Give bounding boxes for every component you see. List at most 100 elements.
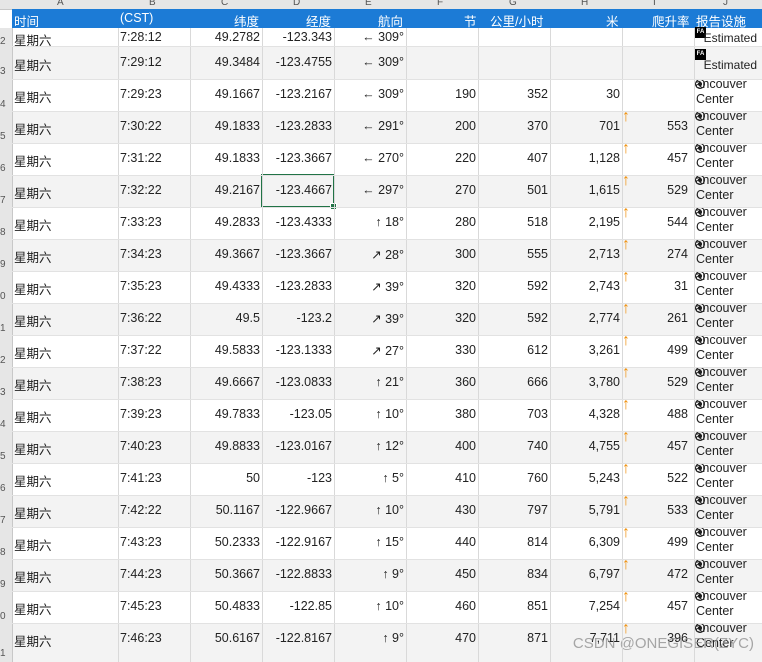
- cell-knots[interactable]: 430: [406, 503, 476, 517]
- cell-lat[interactable]: 50: [190, 471, 260, 485]
- cell-lon[interactable]: -123.0833: [262, 375, 332, 389]
- cell-lon[interactable]: -123.4755: [262, 55, 332, 69]
- cell-knots[interactable]: 380: [406, 407, 476, 421]
- cell-meters[interactable]: 701: [550, 119, 620, 133]
- cell-kmh[interactable]: 592: [478, 279, 548, 293]
- cell-facility[interactable]: Vancouver Center: [696, 205, 762, 237]
- row-number[interactable]: 5: [0, 431, 13, 463]
- cell-kmh[interactable]: 592: [478, 311, 548, 325]
- cell-lat[interactable]: 50.2333: [190, 535, 260, 549]
- cell-day[interactable]: 星期六: [14, 343, 52, 362]
- cell-time[interactable]: 7:43:23: [120, 535, 162, 549]
- row-number[interactable]: 3: [0, 367, 13, 399]
- cell-lon[interactable]: -123.3667: [262, 247, 332, 261]
- cell-time[interactable]: 7:45:23: [120, 599, 162, 613]
- cell-lat[interactable]: 49.2782: [190, 30, 260, 44]
- cell-knots[interactable]: 400: [406, 439, 476, 453]
- cell-facility[interactable]: Vancouver Center: [696, 397, 762, 429]
- cell-time[interactable]: 7:44:23: [120, 567, 162, 581]
- row-number[interactable]: 0: [0, 271, 13, 303]
- cell-meters[interactable]: 3,780: [550, 375, 620, 389]
- cell-heading[interactable]: ← 309°: [334, 55, 404, 69]
- cell-lat[interactable]: 50.3667: [190, 567, 260, 581]
- row-number[interactable]: 8: [0, 527, 13, 559]
- cell-facility[interactable]: Vancouver Center: [696, 429, 762, 461]
- cell-lon[interactable]: -123.3667: [262, 151, 332, 165]
- cell-meters[interactable]: 2,743: [550, 279, 620, 293]
- cell-day[interactable]: 星期六: [14, 439, 52, 458]
- cell-lon[interactable]: -122.9667: [262, 503, 332, 517]
- cell-day[interactable]: 星期六: [14, 535, 52, 554]
- cell-knots[interactable]: 460: [406, 599, 476, 613]
- row-number[interactable]: 2: [0, 28, 13, 46]
- cell-knots[interactable]: 280: [406, 215, 476, 229]
- cell-time[interactable]: 7:30:22: [120, 119, 162, 133]
- cell-heading[interactable]: ↑ 9°: [334, 567, 404, 581]
- cell-time[interactable]: 7:29:23: [120, 87, 162, 101]
- cell-knots[interactable]: 330: [406, 343, 476, 357]
- cell-lat[interactable]: 49.3484: [190, 55, 260, 69]
- cell-lat[interactable]: 50.6167: [190, 631, 260, 645]
- cell-knots[interactable]: 270: [406, 183, 476, 197]
- cell-knots[interactable]: 220: [406, 151, 476, 165]
- cell-time[interactable]: 7:34:23: [120, 247, 162, 261]
- cell-day[interactable]: 星期六: [14, 375, 52, 394]
- cell-knots[interactable]: 410: [406, 471, 476, 485]
- column-letter-j[interactable]: J: [723, 0, 728, 8]
- row-number[interactable]: 6: [0, 463, 13, 495]
- column-letter-e[interactable]: E: [365, 0, 372, 8]
- cell-meters[interactable]: 5,243: [550, 471, 620, 485]
- row-number[interactable]: 5: [0, 111, 13, 143]
- cell-heading[interactable]: ↑ 12°: [334, 439, 404, 453]
- cell-facility[interactable]: Vancouver Center: [696, 141, 762, 173]
- cell-day[interactable]: 星期六: [14, 119, 52, 138]
- row-number[interactable]: 6: [0, 143, 13, 175]
- cell-lat[interactable]: 50.4833: [190, 599, 260, 613]
- cell-lat[interactable]: 49.5833: [190, 343, 260, 357]
- cell-facility[interactable]: Vancouver Center: [696, 461, 762, 493]
- cell-day[interactable]: 星期六: [14, 631, 52, 650]
- selected-cell[interactable]: [261, 174, 337, 210]
- cell-lat[interactable]: 49.6667: [190, 375, 260, 389]
- cell-time[interactable]: 7:46:23: [120, 631, 162, 645]
- cell-lon[interactable]: -122.85: [262, 599, 332, 613]
- cell-lon[interactable]: -123.1333: [262, 343, 332, 357]
- cell-lon[interactable]: -123.2: [262, 311, 332, 325]
- cell-meters[interactable]: 30: [550, 87, 620, 101]
- cell-heading[interactable]: ↑ 18°: [334, 215, 404, 229]
- cell-time[interactable]: 7:38:23: [120, 375, 162, 389]
- cell-facility[interactable]: Vancouver Center: [696, 525, 762, 557]
- cell-knots[interactable]: 450: [406, 567, 476, 581]
- column-letter-d[interactable]: D: [293, 0, 300, 8]
- cell-meters[interactable]: 2,713: [550, 247, 620, 261]
- cell-lon[interactable]: -122.9167: [262, 535, 332, 549]
- cell-day[interactable]: 星期六: [14, 215, 52, 234]
- cell-day[interactable]: 星期六: [14, 503, 52, 522]
- cell-lon[interactable]: -122.8833: [262, 567, 332, 581]
- row-number[interactable]: 4: [0, 399, 13, 431]
- cell-heading[interactable]: ← 297°: [334, 183, 404, 197]
- cell-lat[interactable]: 49.4333: [190, 279, 260, 293]
- cell-lat[interactable]: 50.1167: [190, 503, 260, 517]
- cell-lon[interactable]: -123.2833: [262, 119, 332, 133]
- cell-day[interactable]: 星期六: [14, 599, 52, 618]
- cell-heading[interactable]: ↑ 10°: [334, 599, 404, 613]
- cell-lat[interactable]: 49.2167: [190, 183, 260, 197]
- cell-meters[interactable]: 7,254: [550, 599, 620, 613]
- cell-heading[interactable]: ← 270°: [334, 151, 404, 165]
- cell-knots[interactable]: 360: [406, 375, 476, 389]
- cell-heading[interactable]: ↑ 5°: [334, 471, 404, 485]
- cell-facility[interactable]: Vancouver Center: [696, 109, 762, 141]
- cell-time[interactable]: 7:36:22: [120, 311, 162, 325]
- cell-heading[interactable]: ↑ 9°: [334, 631, 404, 645]
- cell-lon[interactable]: -123.343: [262, 30, 332, 44]
- cell-heading[interactable]: ↑ 15°: [334, 535, 404, 549]
- cell-day[interactable]: 星期六: [14, 55, 52, 74]
- cell-day[interactable]: 星期六: [14, 471, 52, 490]
- cell-time[interactable]: 7:35:23: [120, 279, 162, 293]
- cell-kmh[interactable]: 814: [478, 535, 548, 549]
- cell-kmh[interactable]: 740: [478, 439, 548, 453]
- row-number[interactable]: 1: [0, 623, 13, 662]
- cell-facility[interactable]: Vancouver Center: [696, 301, 762, 333]
- cell-lat[interactable]: 49.5: [190, 311, 260, 325]
